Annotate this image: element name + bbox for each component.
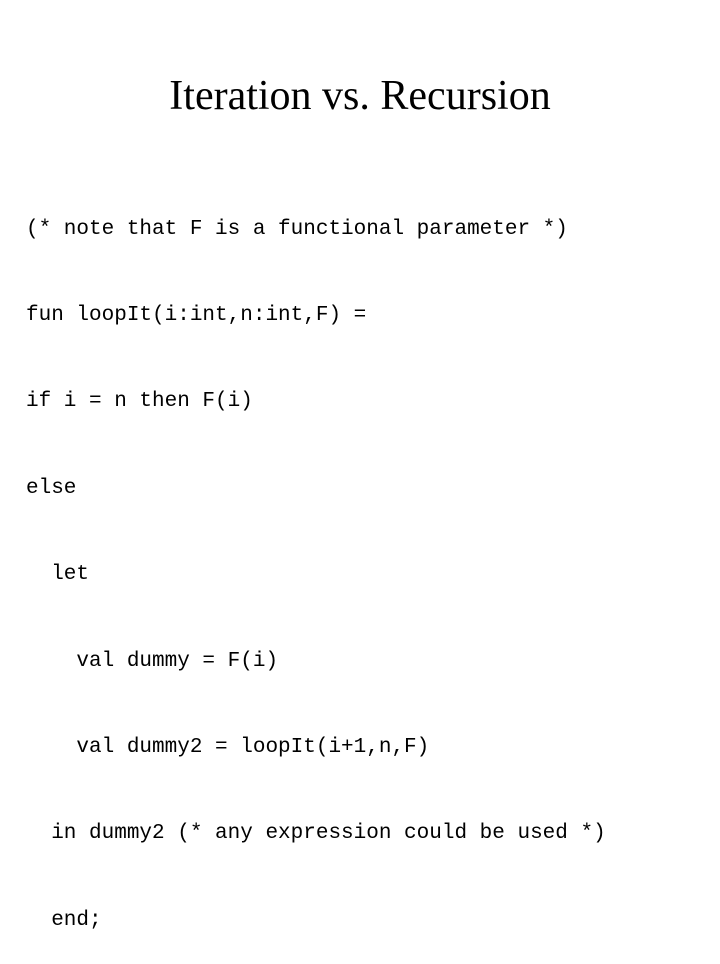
slide-title: Iteration vs. Recursion xyxy=(169,73,551,119)
code-line: val dummy = F(i) xyxy=(26,649,279,673)
code-line: if i = n then F(i) xyxy=(26,390,253,414)
code-block: (* note that F is a functional parameter… xyxy=(26,158,606,964)
code-line: (* note that F is a functional parameter… xyxy=(26,217,568,241)
code-line: let xyxy=(26,563,90,587)
code-line: in dummy2 (* any expression could be use… xyxy=(26,822,606,846)
code-line: else xyxy=(26,476,77,500)
code-line: val dummy2 = loopIt(i+1,n,F) xyxy=(26,735,430,759)
code-line: fun loopIt(i:int,n:int,F) = xyxy=(26,303,367,327)
code-line: end; xyxy=(26,908,102,932)
